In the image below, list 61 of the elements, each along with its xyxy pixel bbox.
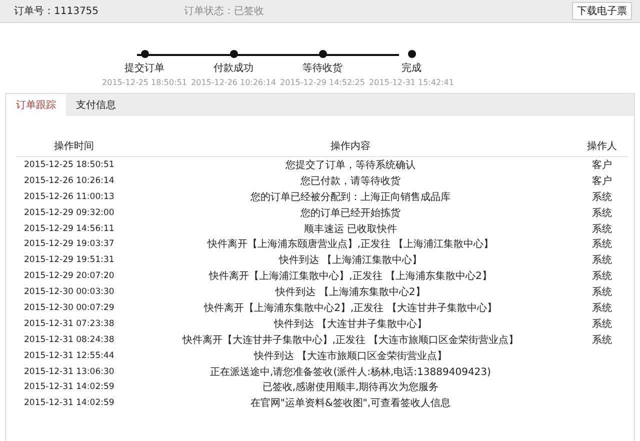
tab[interactable]: 订单跟踪 bbox=[6, 94, 66, 116]
table-cell: 已签收,感谢使用顺丰,期待再次为您服务 bbox=[262, 382, 439, 394]
table-cell: 2015-12-29 19:51:31 bbox=[24, 255, 114, 266]
order-number: 订单号：1113755 bbox=[14, 4, 100, 18]
table-cell: 您已付款，请等待收货 bbox=[300, 176, 400, 187]
table-cell: 2015-12-29 19:03:37 bbox=[24, 239, 114, 250]
table-cell: 快件离开【上海浦东颐唐营业点】,正发往 【上海浦江集散中心】 bbox=[207, 239, 494, 250]
step-time: 2015-12-29 14:52:25 bbox=[280, 78, 365, 87]
table-cell: 系统 bbox=[592, 334, 612, 346]
tab[interactable]: 支付信息 bbox=[66, 94, 126, 116]
step-time: 2015-12-25 18:50:51 bbox=[102, 78, 187, 87]
table-cell: 快件离开【上海浦东集散中心2】,正发往 【大连甘井子集散中心】 bbox=[204, 302, 497, 314]
table-cell: 系统 bbox=[592, 255, 612, 266]
table-cell: 顺丰速运 已收取快件 bbox=[304, 224, 398, 234]
table-cell: 客户 bbox=[592, 160, 612, 171]
table-cell: 快件离开【上海浦江集散中心】,正发往 【上海浦东集散中心2】 bbox=[209, 271, 492, 282]
table-cell: 您提交了订单，等待系统确认 bbox=[286, 160, 416, 171]
table-cell: 2015-12-31 08:24:38 bbox=[24, 334, 114, 345]
table-cell: 您的订单已经被分配到：上海正向销售成品库 bbox=[250, 192, 450, 203]
column-header: 操作内容 bbox=[125, 136, 576, 156]
table-cell: 在官网"运单资料&签收图",可查看签收人信息 bbox=[250, 398, 451, 410]
table-cell: 系统 bbox=[592, 192, 612, 203]
table-cell: 您的订单已经开始拣货 bbox=[300, 208, 400, 219]
table-cell: 2015-12-29 09:32:00 bbox=[24, 208, 114, 218]
table-cell: 正在派送途中,请您准备签收(派件人:杨林,电话:13889409423) bbox=[210, 366, 491, 378]
table-cell: 客户 bbox=[592, 176, 612, 187]
table-cell: 2015-12-30 00:07:29 bbox=[24, 302, 114, 313]
table-cell: 系统 bbox=[592, 239, 612, 250]
table-cell: 2015-12-30 00:03:30 bbox=[24, 287, 114, 298]
table-cell: 2015-12-31 14:02:59 bbox=[24, 398, 114, 408]
step-time: 2015-12-31 15:42:41 bbox=[369, 78, 454, 87]
table-cell: 快件离开【大连甘井子集散中心】,正发往 【大连市旅顺口区金荣街营业点】 bbox=[182, 334, 519, 346]
table-cell: 系统 bbox=[592, 208, 612, 219]
step-label: 完成 bbox=[402, 62, 422, 75]
table-cell: 系统 bbox=[592, 302, 612, 314]
table-cell: 2015-12-31 12:55:44 bbox=[24, 350, 114, 361]
table-cell: 系统 bbox=[592, 224, 612, 234]
step-time: 2015-12-26 10:26:14 bbox=[191, 78, 276, 87]
table-cell: 系统 bbox=[592, 287, 612, 298]
table-cell: 2015-12-25 18:50:51 bbox=[24, 160, 114, 170]
table-cell: 快件到达 【上海浦江集散中心】 bbox=[278, 255, 422, 266]
step-label: 等待收货 bbox=[302, 62, 342, 75]
column-header: 操作时间 bbox=[16, 136, 125, 156]
table-cell: 快件到达 【上海浦东集散中心2】 bbox=[276, 287, 426, 298]
order-status: 订单状态：已签收 bbox=[184, 4, 265, 18]
download-button[interactable]: 下载电子票 bbox=[572, 2, 632, 20]
table-cell: 2015-12-29 20:07:20 bbox=[24, 271, 114, 282]
table-cell: 2015-12-29 14:56:11 bbox=[24, 224, 114, 234]
table-cell: 系统 bbox=[592, 271, 612, 282]
step-label: 提交订单 bbox=[124, 62, 164, 75]
step-label: 付款成功 bbox=[214, 62, 254, 75]
table-cell: 2015-12-31 13:06:30 bbox=[24, 366, 114, 377]
table-cell: 快件到达 【大连甘井子集散中心】 bbox=[274, 318, 428, 330]
table-cell: 2015-12-31 14:02:59 bbox=[24, 382, 114, 392]
table-cell: 2015-12-26 11:00:13 bbox=[24, 192, 114, 202]
table-cell: 2015-12-31 07:23:38 bbox=[24, 318, 114, 329]
step-dot-icon bbox=[408, 50, 416, 58]
table-cell: 2015-12-26 10:26:14 bbox=[24, 176, 114, 186]
table-cell: 系统 bbox=[592, 318, 612, 330]
column-header: 操作人 bbox=[576, 136, 628, 156]
table-cell: 快件到达 【大连市旅顺口区金荣街营业点】 bbox=[254, 350, 448, 362]
